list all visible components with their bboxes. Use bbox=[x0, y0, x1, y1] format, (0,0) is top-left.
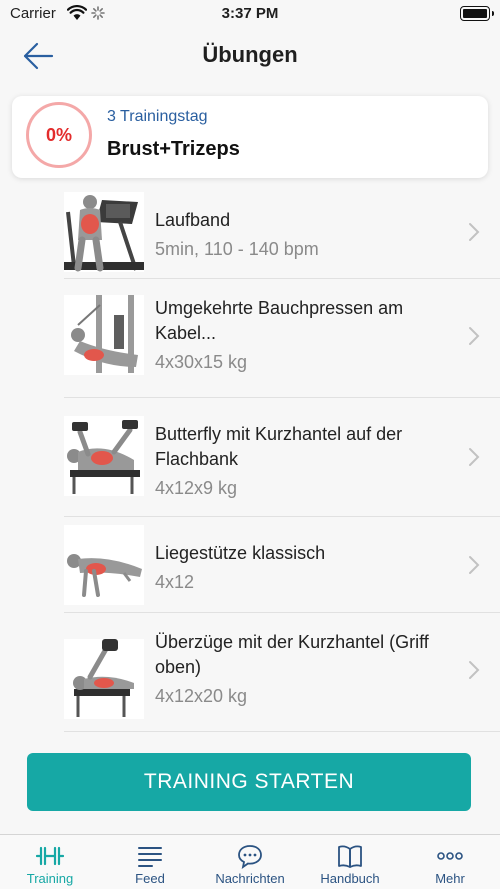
exercise-name: Liegestütze klassisch bbox=[155, 543, 326, 563]
exercise-laufband-illustration bbox=[64, 192, 144, 272]
tab-training[interactable]: Training bbox=[0, 835, 100, 889]
exercise-name: Überzüge mit der Kurzhantel (Griff oben) bbox=[155, 632, 429, 677]
exercise-row[interactable]: Überzüge mit der Kurzhantel (Griff oben)… bbox=[64, 613, 500, 732]
training-day-label: 3 Trainingstag bbox=[107, 108, 208, 125]
dumbbell-icon bbox=[36, 846, 64, 866]
exercise-row[interactable]: Laufband 5min, 110 - 140 bpm bbox=[64, 184, 500, 279]
tab-handbook[interactable]: Handbuch bbox=[300, 835, 400, 889]
page-title: Übungen bbox=[202, 42, 298, 67]
chevron-right-icon bbox=[469, 448, 480, 466]
exercise-name: Laufband bbox=[155, 210, 231, 230]
status-bar: Carrier 3:37 PM bbox=[0, 0, 500, 28]
exercise-detail: 4x12 bbox=[155, 572, 195, 592]
start-training-button[interactable]: TRAINING STARTEN bbox=[27, 753, 471, 811]
exercise-list: Laufband 5min, 110 - 140 bpm Umgekehrte … bbox=[64, 184, 500, 732]
tab-label: Feed bbox=[135, 871, 165, 886]
chevron-right-icon bbox=[469, 223, 480, 241]
progress-ring: 0% bbox=[26, 102, 92, 168]
feed-icon bbox=[138, 847, 162, 867]
exercise-row[interactable]: Umgekehrte Bauchpressen am Kabel... 4x30… bbox=[64, 279, 500, 398]
tab-feed[interactable]: Feed bbox=[100, 835, 200, 889]
progress-value: 0% bbox=[45, 124, 72, 145]
tab-messages[interactable]: Nachrichten bbox=[200, 835, 300, 889]
battery-icon bbox=[460, 6, 494, 21]
chevron-right-icon bbox=[469, 556, 480, 574]
more-icon bbox=[437, 852, 463, 860]
chevron-right-icon bbox=[469, 327, 480, 345]
exercise-detail: 4x12x20 kg bbox=[155, 686, 248, 706]
exercise-name: Butterfly mit Kurzhantel auf der Flachba… bbox=[155, 424, 403, 469]
exercise-name: Umgekehrte Bauchpressen am Kabel... bbox=[155, 298, 404, 343]
exercise-row[interactable]: Liegestütze klassisch 4x12 bbox=[64, 517, 500, 613]
exercise-pushup-illustration bbox=[64, 525, 144, 605]
exercise-pullover-illustration bbox=[64, 639, 144, 719]
chevron-right-icon bbox=[469, 661, 480, 679]
exercise-detail: 5min, 110 - 140 bpm bbox=[155, 239, 319, 259]
book-icon bbox=[338, 845, 362, 868]
exercise-detail: 4x12x9 kg bbox=[155, 478, 238, 498]
exercise-cable-crunch-illustration bbox=[64, 295, 144, 375]
tab-label: Handbuch bbox=[320, 871, 380, 886]
tab-label: Mehr bbox=[435, 871, 465, 886]
clock: 3:37 PM bbox=[221, 5, 279, 22]
navigation-bar: Übungen bbox=[0, 28, 500, 84]
tab-bar: Training Feed Nachrichten Handbuch Mehr bbox=[0, 834, 500, 889]
training-day-name: Brust+Trizeps bbox=[107, 138, 240, 160]
exercise-butterfly-illustration bbox=[64, 416, 144, 496]
exercise-row[interactable]: Butterfly mit Kurzhantel auf der Flachba… bbox=[64, 398, 500, 517]
chat-icon bbox=[238, 845, 262, 869]
training-day-card: 0% 3 Trainingstag Brust+Trizeps bbox=[12, 96, 488, 178]
exercise-detail: 4x30x15 kg bbox=[155, 352, 248, 372]
tab-more[interactable]: Mehr bbox=[400, 835, 500, 889]
tab-label: Training bbox=[26, 871, 74, 886]
tab-label: Nachrichten bbox=[215, 871, 285, 886]
